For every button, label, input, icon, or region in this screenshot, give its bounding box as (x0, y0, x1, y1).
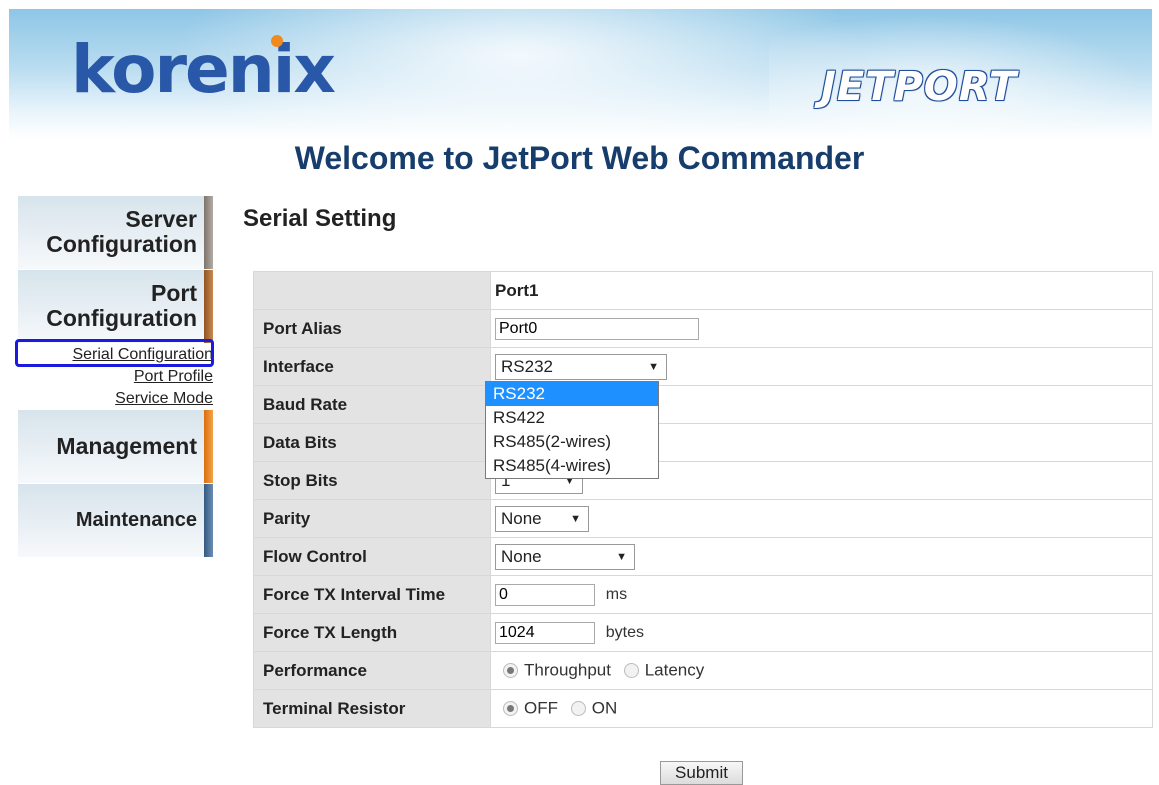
sidebar-item-port-configuration[interactable]: Port Configuration (18, 270, 213, 343)
sidebar-item-server-configuration[interactable]: Server Configuration (18, 196, 213, 269)
table-header-row: Port1 (253, 271, 1153, 310)
header-banner: korenix JETPORT (9, 9, 1152, 139)
jetport-logo: JETPORT (821, 64, 1018, 110)
interface-select-value: RS232 (501, 356, 553, 376)
dropdown-option-rs232[interactable]: RS232 (486, 382, 658, 406)
sidebar-label: Maintenance (75, 509, 197, 531)
sidebar-edge-accent (204, 484, 213, 557)
latency-radio[interactable] (623, 663, 639, 679)
chevron-down-icon: ▼ (616, 550, 627, 563)
row-label-performance: Performance (253, 651, 491, 690)
interface-dropdown-list: RS232 RS422 RS485(2-wires) RS485(4-wires… (485, 381, 659, 479)
force-tx-length-unit: bytes (605, 623, 644, 641)
selection-highlight-box (15, 339, 214, 367)
sidebar-edge-accent (204, 270, 213, 343)
row-label-interface: Interface (253, 347, 491, 386)
table-row: Terminal Resistor OFF ON (253, 689, 1153, 728)
sidebar-edge-accent (204, 196, 213, 269)
resistor-on-label: ON (591, 698, 618, 718)
row-label-force-tx-length: Force TX Length (253, 613, 491, 652)
sidebar-item-maintenance[interactable]: Maintenance (18, 484, 213, 557)
table-row: Parity None ▼ (253, 499, 1153, 538)
sidebar-label: Management (56, 433, 197, 459)
submit-button[interactable]: Submit (660, 761, 743, 785)
table-row: Baud Rate (253, 385, 1153, 424)
throughput-radio-label: Throughput (524, 660, 611, 680)
force-tx-interval-input[interactable] (495, 583, 595, 606)
row-label-data-bits: Data Bits (253, 423, 491, 462)
flow-control-select-value: None (501, 546, 542, 566)
chevron-down-icon: ▼ (570, 512, 581, 525)
table-row: Interface RS232 ▼ (253, 347, 1153, 386)
table-row: Data Bits (253, 423, 1153, 462)
parity-select-value: None (501, 508, 542, 528)
row-label-terminal-resistor: Terminal Resistor (253, 689, 491, 728)
submenu-port-profile[interactable]: Port Profile (18, 366, 213, 388)
sidebar-label-line2: Configuration (46, 305, 197, 331)
resistor-off-radio[interactable] (503, 701, 518, 717)
table-row: Port Alias (253, 309, 1153, 348)
column-header-port: Port1 (490, 271, 1153, 310)
table-row: Stop Bits 1 ▼ (253, 461, 1153, 500)
dropdown-option-rs485-4wire[interactable]: RS485(4-wires) (486, 454, 658, 478)
table-row: Force TX Length bytes (253, 613, 1153, 652)
row-label-parity: Parity (253, 499, 491, 538)
dropdown-option-rs485-2wire[interactable]: RS485(2-wires) (486, 430, 658, 454)
resistor-off-label: OFF (524, 698, 558, 718)
chevron-down-icon: ▼ (648, 360, 659, 373)
table-row: Performance Throughput Latency (253, 651, 1153, 690)
korenix-logo: korenix (71, 31, 336, 108)
row-label-stop-bits: Stop Bits (253, 461, 491, 500)
row-label-port-alias: Port Alias (253, 309, 491, 348)
force-tx-interval-unit: ms (605, 585, 628, 603)
sidebar-label-line2: Configuration (46, 231, 197, 257)
sidebar-edge-accent (204, 410, 213, 483)
table-row: Force TX Interval Time ms (253, 575, 1153, 614)
port-alias-input[interactable] (495, 317, 699, 340)
sidebar-label-line1: Server (125, 206, 197, 232)
sidebar-label-line1: Port (151, 280, 197, 306)
latency-radio-label: Latency (644, 660, 705, 680)
dropdown-option-rs422[interactable]: RS422 (486, 406, 658, 430)
serial-settings-table: Port1 Port Alias Interface RS232 ▼ Baud … (253, 271, 1153, 728)
flow-control-select[interactable]: None ▼ (495, 543, 635, 570)
page-title: Welcome to JetPort Web Commander (294, 140, 865, 176)
header-empty-cell (253, 271, 491, 310)
resistor-on-radio[interactable] (570, 701, 586, 717)
table-row: Flow Control None ▼ (253, 537, 1153, 576)
parity-select[interactable]: None ▼ (495, 505, 589, 532)
row-label-baud-rate: Baud Rate (253, 385, 491, 424)
row-label-flow-control: Flow Control (253, 537, 491, 576)
submenu-service-mode[interactable]: Service Mode (18, 388, 213, 410)
sidebar-item-management[interactable]: Management (18, 410, 213, 483)
force-tx-length-input[interactable] (495, 621, 595, 644)
throughput-radio[interactable] (503, 663, 518, 679)
interface-select[interactable]: RS232 ▼ (495, 353, 667, 380)
section-title: Serial Setting (243, 205, 397, 232)
row-label-force-tx-interval: Force TX Interval Time (253, 575, 491, 614)
logo-dot-icon (271, 35, 283, 47)
